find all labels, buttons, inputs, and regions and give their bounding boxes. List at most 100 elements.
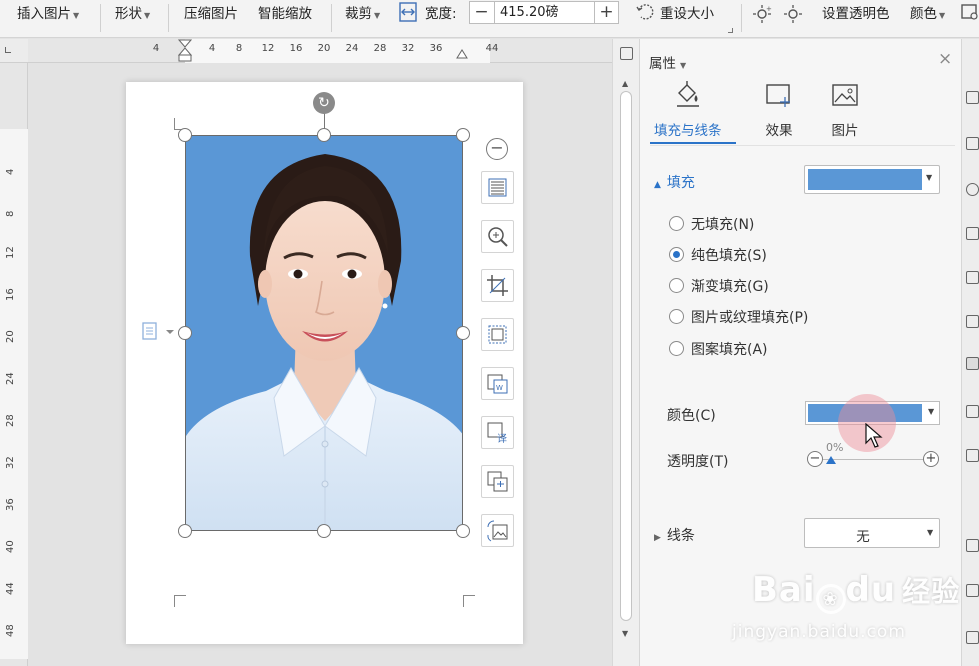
width-increase-button[interactable]: + [595,2,618,25]
page-icon[interactable] [966,449,979,462]
layout-anchor-icon[interactable] [141,321,177,343]
resize-handle-right[interactable] [456,326,470,340]
zoom-picture-button[interactable] [481,220,514,253]
translate-icon: 译 [487,422,507,445]
brightness-down-icon[interactable] [783,4,803,24]
picture-to-text-button[interactable]: W [481,367,514,400]
radio-picture-texture-fill[interactable]: 图片或纹理填充(P) [669,307,808,327]
resize-handle-bottom-right[interactable] [456,524,470,538]
resize-handle-bottom[interactable] [317,524,331,538]
properties-icon[interactable] [966,357,979,370]
radio-pattern-fill[interactable]: 图案填充(A) [669,339,768,359]
page-corner-mark [463,595,475,607]
shape-icon[interactable] [966,183,979,196]
radio-solid-fill[interactable]: 纯色填充(S) [669,245,767,265]
ruler-tick: 48 [5,624,16,637]
picture-translate-button[interactable]: 译 [481,416,514,449]
width-input[interactable]: 415.20磅 [500,2,559,23]
ruler-tick: 4 [152,43,160,54]
grid-icon[interactable] [966,271,979,284]
picture-effects-icon[interactable] [960,2,979,22]
brightness-up-icon[interactable]: + [752,4,772,24]
resize-handle-left[interactable] [178,326,192,340]
reset-size-button[interactable]: 重设大小 [660,0,714,28]
insert-picture-button[interactable]: 插入图片 ▼ [17,0,79,28]
tab-fill-and-line[interactable]: 填充与线条 [654,81,722,139]
ruler-tick: 28 [5,414,16,427]
portrait-image [186,136,462,530]
panel-title[interactable]: 属性 ▼ [649,52,686,72]
right-indent-marker-icon[interactable] [456,45,468,59]
vertical-ruler[interactable]: 4 8 12 16 20 24 28 32 36 40 44 48 [0,63,28,666]
resize-handle-top-left[interactable] [178,128,192,142]
resize-handle-top-right[interactable] [456,128,470,142]
style-icon[interactable] [966,227,979,240]
picture-frame-button[interactable] [481,318,514,351]
smart-scale-button[interactable]: 智能缩放 [258,0,312,28]
dropdown-arrow-icon: ▼ [927,528,934,537]
fill-color-picker[interactable]: ▼ [804,165,940,194]
ruler-tick: 44 [485,43,499,54]
text-wrap-button[interactable] [481,171,514,204]
transparency-slider-thumb[interactable] [826,456,836,464]
tab-label: 效果 [765,123,793,139]
color-menu-button[interactable]: 颜色 ▼ [910,0,945,28]
split-view-icon[interactable] [620,47,633,60]
radio-gradient-fill[interactable]: 渐变填充(G) [669,276,769,296]
set-transparent-color-button[interactable]: 设置透明色 [822,0,890,28]
tab-picture[interactable]: 图片 [830,81,860,139]
fill-section-toggle[interactable]: ▲ 填充 [654,172,695,192]
scrollbar-thumb[interactable] [620,91,632,621]
horizontal-ruler[interactable]: 4 4 8 12 16 20 24 28 32 36 44 [28,39,612,63]
delete-icon[interactable] [966,539,979,552]
shape-button[interactable]: 形状 ▼ [115,0,150,28]
transparency-increase-button[interactable]: + [923,451,939,467]
document-canvas[interactable]: ↻ − W 译 [28,63,612,666]
dialog-launcher-icon[interactable] [728,28,733,33]
text-wrap-icon [488,178,507,197]
width-decrease-button[interactable]: − [470,2,493,25]
ruler-tick: 16 [5,288,16,301]
resize-handle-bottom-left[interactable] [178,524,192,538]
replace-picture-button[interactable] [481,514,514,547]
ruler-corner[interactable] [0,39,28,63]
right-sidebar-rail [961,39,979,666]
close-icon[interactable]: × [938,49,952,69]
ruler-tick: 32 [401,43,415,54]
line-section-toggle[interactable]: ▶ 线条 [654,525,695,545]
ruler-tick: 28 [373,43,387,54]
scroll-down-arrow-icon[interactable]: ▼ [622,629,628,638]
fill-color-swatch [808,169,922,190]
compress-picture-button[interactable]: 压缩图片 [184,0,238,28]
layout-icon[interactable] [966,315,979,328]
tab-effects[interactable]: 效果 [764,81,794,139]
ruler-tick: 36 [429,43,443,54]
picture-combine-button[interactable] [481,465,514,498]
resize-handle-top[interactable] [317,128,331,142]
crop-button[interactable]: 裁剪 ▼ [345,0,380,28]
indent-marker-icon[interactable] [178,39,192,63]
selected-photo[interactable] [185,135,463,531]
divider [650,145,955,146]
expand-triangle-icon: ▶ [654,533,661,543]
transparency-decrease-button[interactable]: − [807,451,823,467]
crop-tool-button[interactable] [481,269,514,302]
line-style-select[interactable]: 无 ▼ [804,518,940,548]
width-stepper[interactable]: − 415.20磅 + [469,1,619,24]
rotate-handle-icon[interactable]: ↻ [313,92,335,114]
tab-label: 图片 [831,123,859,139]
pen-icon[interactable] [966,91,979,104]
ruler-tick: 8 [235,43,243,54]
zoom-rail-icon[interactable] [966,631,979,644]
scroll-up-arrow-icon[interactable]: ▲ [622,79,628,88]
collapse-tools-button[interactable]: − [486,138,508,160]
picture-rail-icon[interactable] [966,584,979,597]
document-icon[interactable] [966,405,979,418]
dropdown-arrow-icon: ▼ [928,407,935,416]
vertical-scrollbar[interactable]: ▲ ▼ [612,39,639,666]
radio-no-fill[interactable]: 无填充(N) [669,214,754,234]
cursor-select-icon[interactable] [966,137,979,150]
picture-toolbar: 插入图片 ▼ 形状 ▼ 压缩图片 智能缩放 裁剪 ▼ 宽度: − 415.20磅 + … [0,0,979,38]
color-label: 颜色(C) [667,408,716,424]
transparency-slider-track[interactable] [823,459,925,460]
